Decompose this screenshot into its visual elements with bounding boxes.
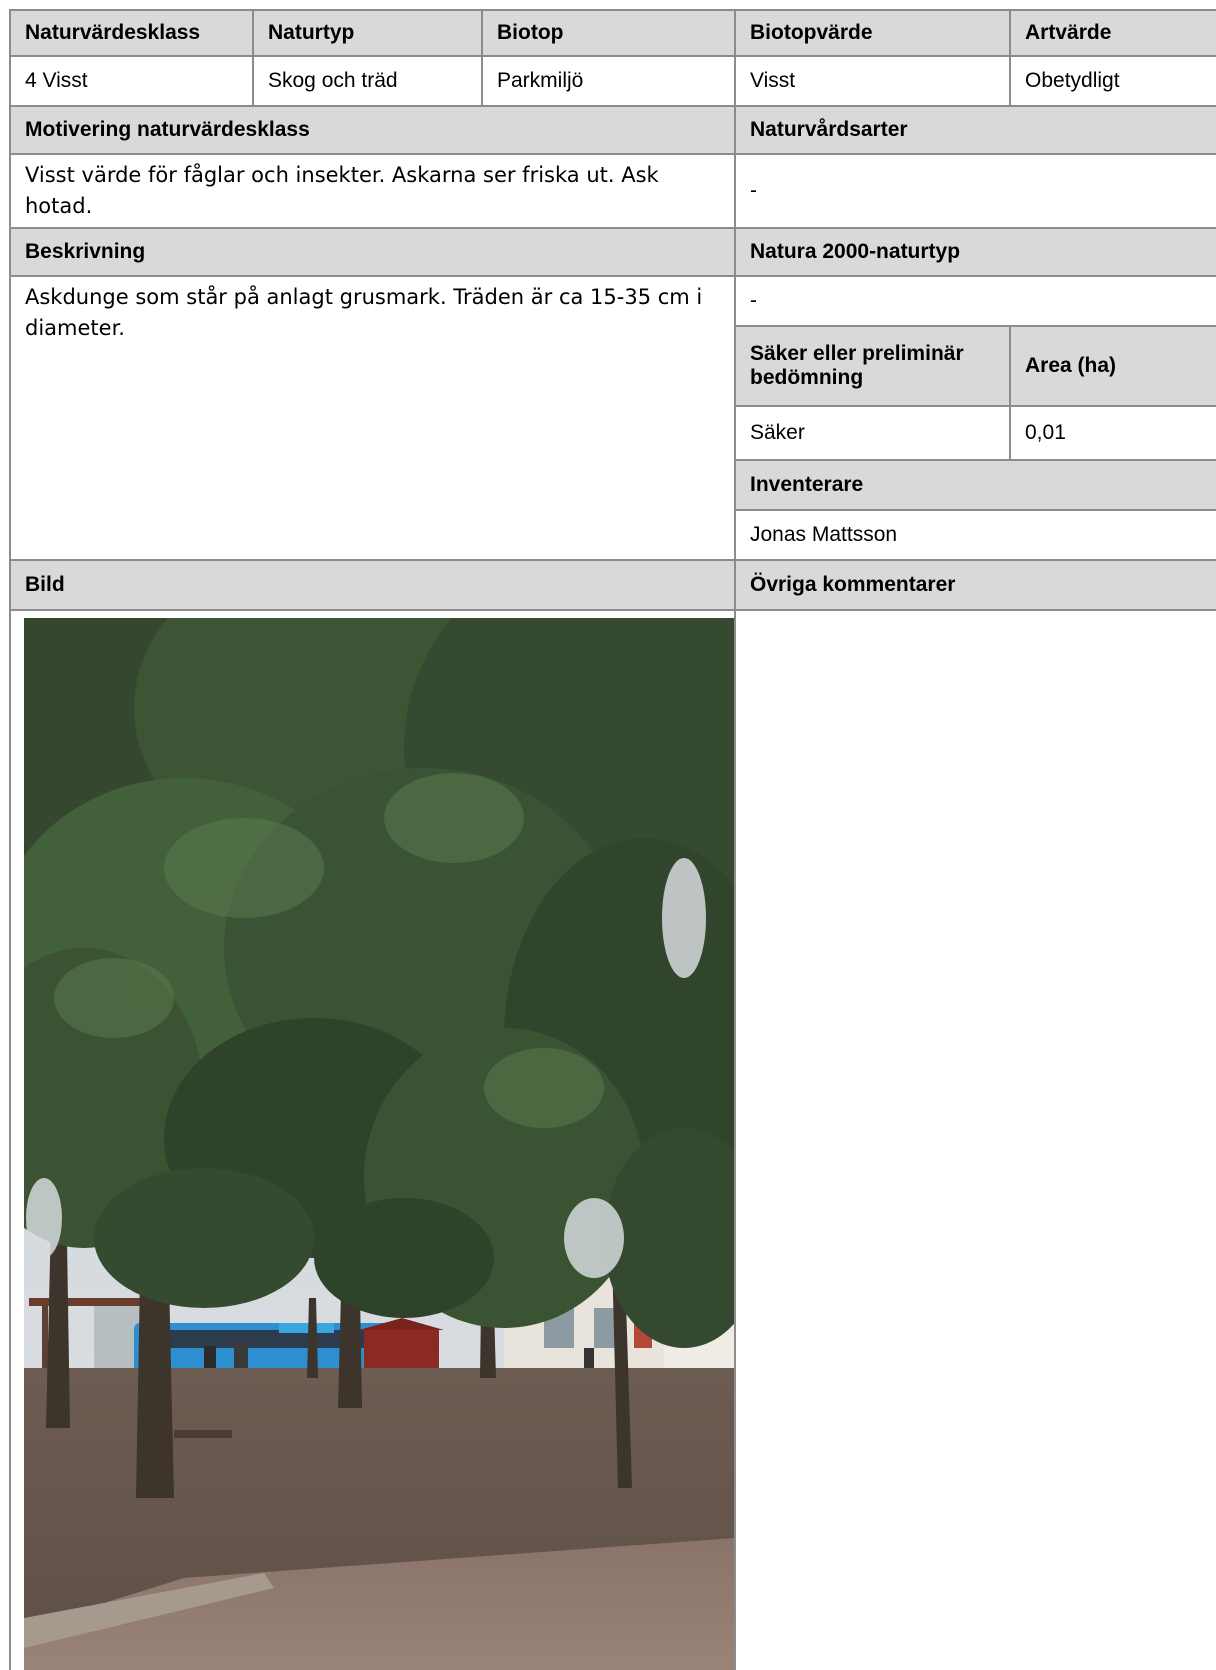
grid-line xyxy=(10,609,1216,611)
grid-line xyxy=(735,405,1216,407)
header-biotopvarde: Biotopvärde xyxy=(735,10,1010,56)
value-naturtyp: Skog och träd xyxy=(253,56,482,106)
grid-line xyxy=(10,55,1216,57)
motivering-text: Visst värde för fåglar och insekter. Ask… xyxy=(10,154,735,228)
grid-line xyxy=(10,559,1216,561)
header-bild: Bild xyxy=(10,560,735,610)
header-naturvardsarter: Naturvårdsarter xyxy=(735,106,1216,154)
grid-line xyxy=(10,153,1216,155)
grid-line xyxy=(735,325,1216,327)
header-naturtyp: Naturtyp xyxy=(253,10,482,56)
grid-line xyxy=(1009,9,1011,107)
value-naturvardesklass: 4 Visst xyxy=(10,56,253,106)
header-natura2000: Natura 2000-naturtyp xyxy=(735,228,1216,276)
beskrivning-text: Askdunge som står på anlagt grusmark. Tr… xyxy=(10,276,735,560)
bedomning-value: Säker xyxy=(735,406,1010,460)
header-naturvardesklass: Naturvärdesklass xyxy=(10,10,253,56)
park-photo xyxy=(24,618,735,1670)
header-artvarde: Artvärde xyxy=(1010,10,1216,56)
grid-line xyxy=(734,9,736,1670)
grid-line xyxy=(10,227,1216,229)
natura2000-value: - xyxy=(735,276,1216,326)
inventerare-value: Jonas Mattsson xyxy=(735,510,1216,560)
ovriga-kommentarer-value xyxy=(735,610,1216,1670)
area-value: 0,01 xyxy=(1010,406,1216,460)
grid-line xyxy=(735,459,1216,461)
grid-line xyxy=(481,9,483,107)
nature-value-form: Naturvärdesklass Naturtyp Biotop Biotopv… xyxy=(0,0,1216,1670)
header-beskrivning: Beskrivning xyxy=(10,228,735,276)
header-inventerare: Inventerare xyxy=(735,460,1216,510)
grid-line xyxy=(252,9,254,107)
header-bedomning: Säker eller preliminär bedömning xyxy=(735,326,1010,406)
naturvardsarter-value: - xyxy=(735,154,1216,228)
grid-line xyxy=(9,9,11,1670)
grid-line xyxy=(10,105,1216,107)
value-biotopvarde: Visst xyxy=(735,56,1010,106)
value-biotop: Parkmiljö xyxy=(482,56,735,106)
header-motivering: Motivering naturvärdesklass xyxy=(10,106,735,154)
grid-line xyxy=(735,509,1216,511)
header-area: Area (ha) xyxy=(1010,326,1216,406)
value-artvarde: Obetydligt xyxy=(1010,56,1216,106)
grid-line xyxy=(10,9,1216,11)
header-biotop: Biotop xyxy=(482,10,735,56)
grid-line xyxy=(10,275,1216,277)
grid-line xyxy=(1009,325,1011,461)
header-ovriga-kommentarer: Övriga kommentarer xyxy=(735,560,1216,610)
